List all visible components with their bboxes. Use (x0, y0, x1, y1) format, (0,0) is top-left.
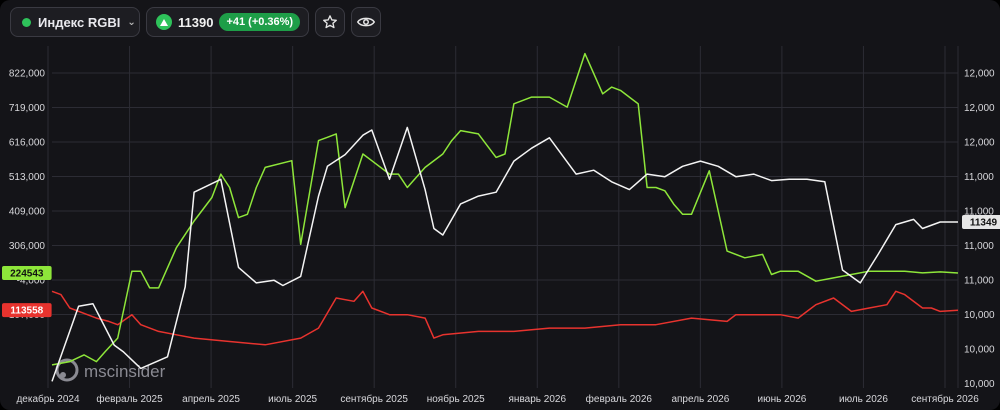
y-left-tick-label: 719,000 (9, 103, 46, 114)
y-right-tick-label: 11,000 (964, 172, 994, 183)
y-right-tick-label: 12,000 (964, 69, 995, 80)
series-line-white (51, 126, 958, 382)
y-left-tick-label: 409,000 (9, 207, 46, 218)
y-left-tick-label: 616,000 (9, 138, 46, 149)
value-marker-red: 113558 (2, 303, 52, 318)
x-axis: декабрь 2024 февраль 2025 апрель 2025 июль … (16, 393, 979, 405)
x-tick-label: июнь 2026 (757, 394, 806, 405)
x-tick-label: январь 2026 (509, 394, 567, 405)
y-right-tick-label: 12,000 (964, 103, 995, 114)
y-right-tick-label: 11,000 (964, 241, 994, 252)
x-tick-label: декабрь 2024 (16, 393, 80, 405)
series-layer (51, 52, 959, 382)
value-marker-white: 11349 (962, 215, 1000, 230)
x-tick-label: сентябрь 2026 (911, 393, 979, 405)
value-marker-label: 11349 (970, 218, 998, 229)
y-left-tick-label: 822,000 (9, 69, 46, 80)
y-right-tick-label: 10,000 (964, 379, 995, 390)
series-line-green (51, 52, 959, 366)
x-tick-label: ноябрь 2025 (427, 393, 485, 405)
x-tick-label: июль 2026 (839, 394, 888, 405)
y-axis-right: 12,00012,00012,00011,00011,00011,00011,0… (964, 69, 995, 391)
value-markers: 224543 113558 11349 (2, 215, 1000, 318)
y-left-tick-label: 306,000 (9, 241, 46, 252)
series-line-red (51, 290, 959, 346)
value-marker-label: 224543 (10, 269, 44, 280)
x-tick-label: февраль 2025 (96, 393, 163, 405)
x-tick-label: апрель 2026 (671, 394, 729, 405)
chart-panel: Индекс RGBI ⌄ 11390 +41 (+0.36%) mscinsi… (0, 0, 1000, 410)
x-tick-label: апрель 2025 (182, 394, 240, 405)
x-tick-label: февраль 2026 (586, 393, 653, 405)
y-right-tick-label: 11,000 (964, 276, 994, 287)
y-left-tick-label: 513,000 (9, 172, 46, 183)
value-marker-label: 113558 (10, 306, 43, 317)
x-tick-label: сентябрь 2025 (340, 393, 408, 405)
price-chart[interactable]: mscinsider 822,000 719,000 616,000 513,000 4… (0, 0, 1000, 410)
watermark-text: mscinsider (84, 362, 166, 381)
watermark: mscinsider (55, 358, 166, 382)
y-right-tick-label: 10,000 (964, 345, 995, 356)
y-axis-left: 822,000 719,000 616,000 513,000 409,000 306,0… (6, 69, 46, 322)
y-right-tick-label: 10,000 (964, 310, 995, 321)
value-marker-green: 224543 (2, 266, 52, 281)
y-right-tick-label: 12,000 (964, 138, 995, 149)
x-tick-label: июль 2025 (268, 394, 317, 405)
